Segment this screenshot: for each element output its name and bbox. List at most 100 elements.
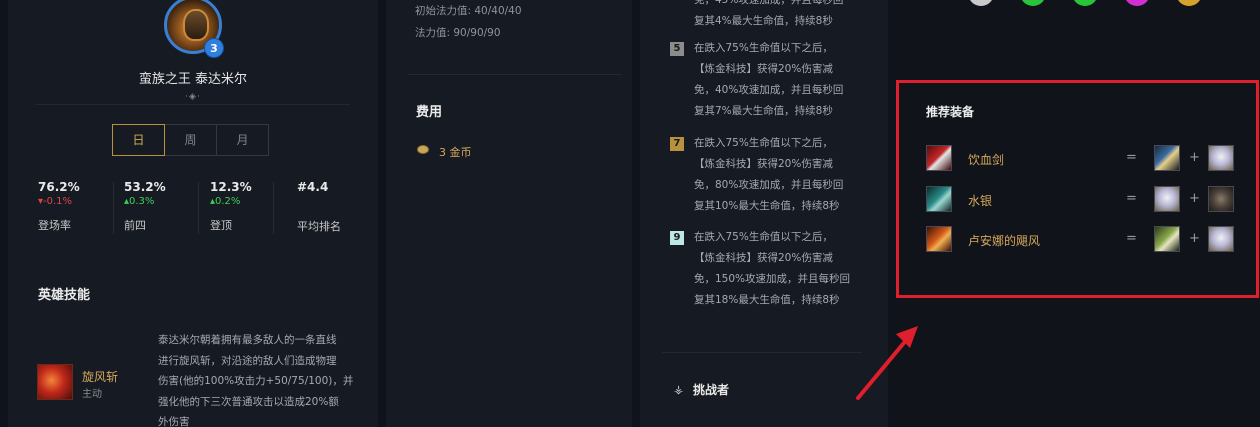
green-orb-icon[interactable] (1020, 0, 1046, 6)
equals-sign: = (1126, 231, 1137, 246)
skill-description-line: 泰达米尔朝着拥有最多敌人的一条直线 (158, 334, 337, 346)
recommended-items-title: 推荐装备 (926, 105, 975, 119)
stat-change: ▴0.2% (210, 196, 241, 207)
plus-sign: + (1189, 231, 1200, 246)
equals-sign: = (1126, 191, 1137, 206)
level-badge: 3 (204, 38, 224, 58)
stat-change: ▾-0.1% (38, 196, 73, 207)
tier-line: 复其4%最大生命值，持续8秒 (694, 15, 833, 27)
tier-line: 免，45%攻速加成，并且每秒回 (694, 0, 844, 6)
ornament-divider-icon: ·◈· (185, 92, 201, 102)
green-orb-icon[interactable] (1072, 0, 1098, 6)
sparring-gloves-icon[interactable] (1208, 186, 1234, 212)
tier-line: 免，150%攻速加成，并且每秒回 (694, 273, 851, 285)
item-row-runaans-hurricane[interactable]: 卢安娜的飓风 = + (926, 226, 1236, 252)
champion-name: 蛮族之王 泰达米尔 (138, 72, 248, 87)
stat-label: 前四 (124, 219, 146, 232)
stat-value: 76.2% (38, 180, 80, 194)
tier-line: 复其18%最大生命值，持续8秒 (694, 294, 840, 306)
negatron-cloak-icon[interactable] (1208, 145, 1234, 171)
divider (662, 352, 862, 353)
tier-badge: 7 (670, 137, 684, 151)
negatron-cloak-icon[interactable] (1208, 226, 1234, 252)
item-row-quicksilver[interactable]: 水银 = + (926, 186, 1236, 212)
silver-orb-icon[interactable] (968, 0, 994, 6)
tier-line: 复其10%最大生命值，持续8秒 (694, 200, 840, 212)
tier-text: 免，45%攻速加成，并且每秒回 复其4%最大生命值，持续8秒 (694, 0, 884, 32)
quicksilver-icon[interactable] (926, 186, 952, 212)
negatron-cloak-icon[interactable] (1154, 186, 1180, 212)
stat-value: #4.4 (297, 180, 329, 194)
recommended-items-panel: 推荐装备 饮血剑 = + 水银 = + 卢安娜的飓风 = + (888, 0, 1260, 427)
period-tabs: 日 周 月 (112, 124, 269, 156)
magenta-orb-icon[interactable] (1124, 0, 1150, 6)
recurve-bow-icon[interactable] (1154, 226, 1180, 252)
skill-description: 泰达米尔朝着拥有最多敌人的一条直线 进行旋风斩，对沿途的敌人们造成物理 伤害(他… (158, 330, 358, 427)
stat-separator (198, 182, 199, 234)
stat-top-four: 53.2% ▴0.3% 前四 (124, 180, 166, 233)
tab-week[interactable]: 周 (164, 124, 217, 156)
tier-line: 免，40%攻速加成，并且每秒回 (694, 84, 844, 96)
trait-tiers-panel: 免，45%攻速加成，并且每秒回 复其4%最大生命值，持续8秒 5 在跌入75%生… (640, 0, 888, 427)
tier-line: 【炼金科技】获得20%伤害减 (694, 63, 833, 75)
stat-average-rank: #4.4 平均排名 (297, 180, 341, 234)
skill-description-line: 强化他的下三次普通攻击以造成20%额 (158, 395, 339, 408)
stat-first-place: 12.3% ▴0.2% 登顶 (210, 180, 252, 233)
champion-panel: 3 蛮族之王 泰达米尔 ·◈· 日 周 月 76.2% ▾-0.1% 登场率 5… (8, 0, 378, 427)
plus-sign: + (1189, 150, 1200, 165)
plus-sign: + (1189, 191, 1200, 206)
tier-badge: 5 (670, 42, 684, 56)
initial-mana: 初始法力值: 40/40/40 (415, 5, 522, 17)
stat-label: 登场率 (38, 219, 71, 232)
item-row-bloodthirster[interactable]: 饮血剑 = + (926, 145, 1236, 171)
skill-name: 旋风斩 (82, 370, 119, 384)
challenger-trait-icon: ⚶ (674, 383, 684, 396)
skills-section-title: 英雄技能 (38, 288, 91, 303)
skill-type: 主动 (82, 389, 102, 400)
item-name: 饮血剑 (968, 153, 1005, 167)
tier-text: 在跌入75%生命值以下之后， 【炼金科技】获得20%伤害减 免，150%攻速加成… (694, 227, 884, 311)
stat-value: 12.3% (210, 180, 252, 194)
tier-line: 在跌入75%生命值以下之后， (694, 231, 833, 243)
tier-text: 在跌入75%生命值以下之后， 【炼金科技】获得20%伤害减 免，40%攻速加成，… (694, 38, 884, 122)
item-name: 水银 (968, 194, 993, 208)
stat-value: 53.2% (124, 180, 166, 194)
tier-line: 【炼金科技】获得20%伤害减 (694, 158, 833, 170)
stat-label: 平均排名 (297, 220, 341, 233)
trait-name[interactable]: 挑战者 (693, 381, 729, 398)
stat-change: ▴0.3% (124, 196, 155, 207)
bloodthirster-icon[interactable] (926, 145, 952, 171)
tier-line: 复其7%最大生命值，持续8秒 (694, 105, 833, 117)
stat-change (297, 196, 341, 208)
tier-line: 【炼金科技】获得20%伤害减 (694, 252, 833, 264)
cost-value: 3 金币 (439, 146, 472, 159)
whirlwind-skill-icon[interactable] (37, 364, 73, 400)
tier-line: 免，80%攻速加成，并且每秒回 (694, 179, 844, 191)
divider (36, 104, 350, 105)
stat-play-rate: 76.2% ▾-0.1% 登场率 (38, 180, 80, 233)
runaans-hurricane-icon[interactable] (926, 226, 952, 252)
tab-month[interactable]: 月 (216, 124, 269, 156)
tab-day[interactable]: 日 (112, 124, 165, 156)
gold-coin-icon (417, 145, 429, 154)
stat-separator (113, 182, 114, 234)
equals-sign: = (1126, 150, 1137, 165)
divider (408, 74, 622, 75)
mana-cost-panel: 初始法力值: 40/40/40 法力值: 90/90/90 费用 3 金币 (386, 0, 632, 427)
bf-sword-icon[interactable] (1154, 145, 1180, 171)
skill-description-line: 伤害(他的100%攻击力+50/75/100)，并 (158, 375, 354, 387)
tier-badge: 9 (670, 231, 684, 245)
stat-separator (273, 182, 274, 234)
skill-description-line: 外伤害 (158, 416, 190, 427)
tier-line: 在跌入75%生命值以下之后， (694, 42, 833, 54)
tier-line: 在跌入75%生命值以下之后， (694, 137, 833, 149)
gold-orb-icon[interactable] (1176, 0, 1202, 6)
champion-avatar: 3 (164, 0, 224, 58)
skill-description-line: 进行旋风斩，对沿途的敌人们造成物理 (158, 354, 337, 367)
max-mana: 法力值: 90/90/90 (415, 27, 501, 39)
champion-portrait-icon (183, 9, 209, 41)
item-name: 卢安娜的飓风 (968, 234, 1041, 248)
cost-title: 费用 (416, 105, 443, 120)
tier-text: 在跌入75%生命值以下之后， 【炼金科技】获得20%伤害减 免，80%攻速加成，… (694, 133, 884, 217)
stat-label: 登顶 (210, 219, 232, 232)
